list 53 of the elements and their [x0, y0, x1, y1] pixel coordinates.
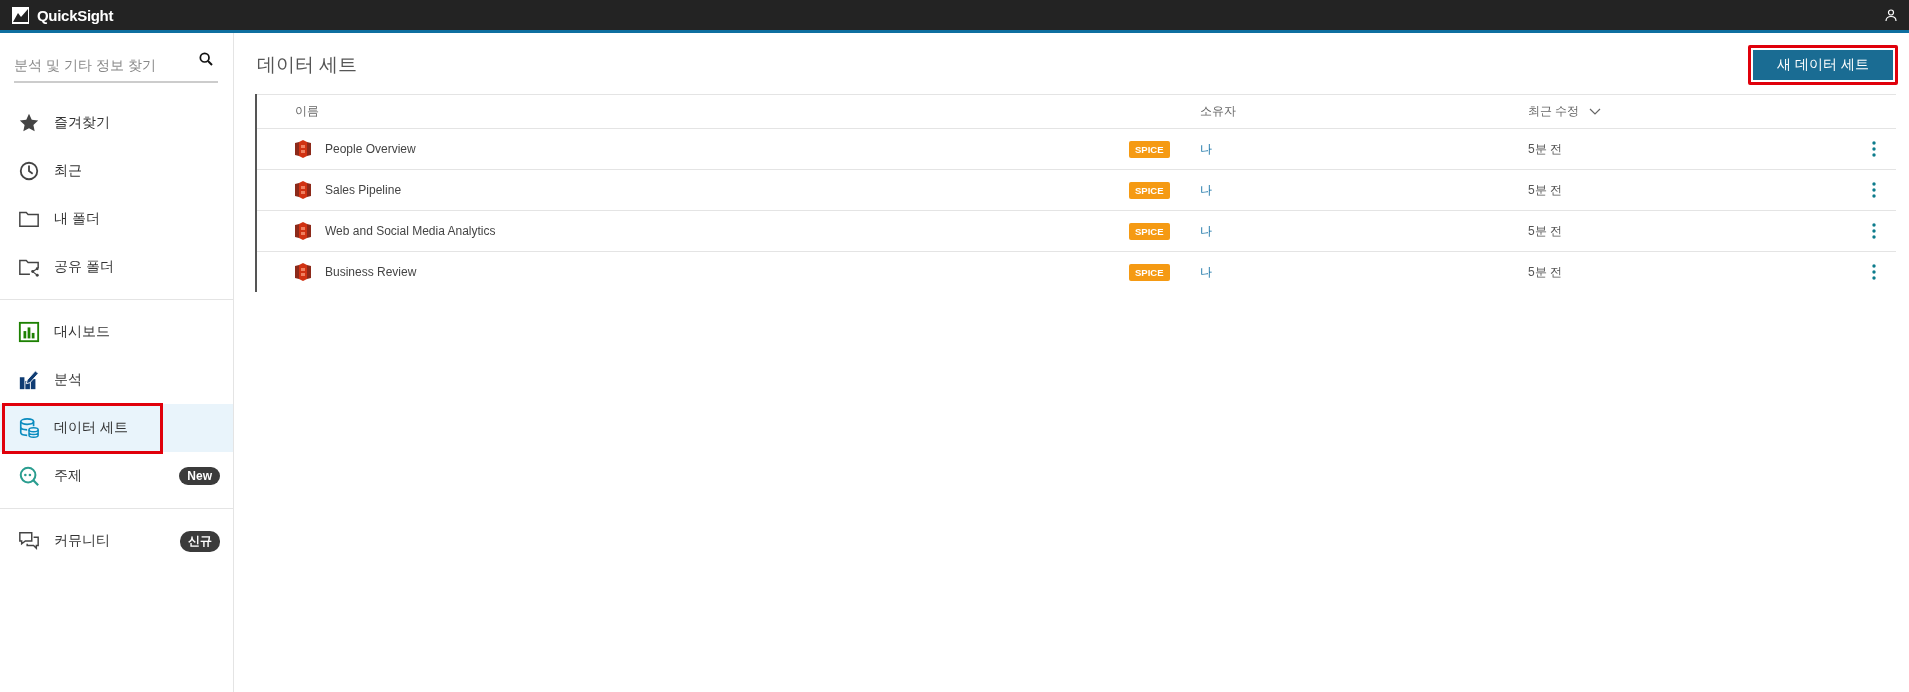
sidebar-item[interactable]: 분석 [0, 356, 233, 404]
spice-badge: SPICE [1129, 181, 1170, 199]
sidebar-item[interactable]: 즐겨찾기 [0, 99, 233, 147]
page-title: 데이터 세트 [257, 53, 358, 77]
owner-cell-text: 나 [1200, 222, 1213, 240]
dataset-name[interactable]: Sales Pipeline [325, 183, 402, 197]
dataset-icon [295, 140, 311, 158]
dataset-icon [295, 222, 311, 240]
dataset-name[interactable]: People Overview [325, 142, 416, 156]
app-title: QuickSight [37, 6, 114, 24]
user-icon[interactable] [1885, 9, 1897, 21]
chevron-down-icon[interactable] [1589, 107, 1602, 116]
column-header[interactable]: 이름 [295, 103, 1200, 120]
star-icon [18, 112, 40, 134]
column-header[interactable]: 최근 수정 [1528, 103, 1852, 120]
bar-chart-icon [18, 321, 40, 343]
sidebar-item[interactable]: 대시보드 [0, 308, 233, 356]
modified-cell-text: 5분 전 [1528, 263, 1563, 281]
spice-badge: SPICE [1129, 222, 1170, 240]
modified-cell-text: 5분 전 [1528, 222, 1563, 240]
chat-search-icon [18, 465, 40, 487]
more-options-icon[interactable] [1872, 264, 1876, 280]
speech-bubbles-icon [18, 530, 40, 552]
clock-icon [18, 160, 40, 182]
new-badge: 신규 [180, 530, 220, 552]
sidebar-item[interactable]: 주제 New [0, 452, 233, 500]
sidebar-item[interactable]: 공유 폴더 [0, 243, 233, 291]
spice-badge: SPICE [1129, 140, 1170, 158]
chart-pencil-icon [18, 369, 40, 391]
owner-cell-text: 나 [1200, 181, 1213, 199]
dataset-icon [295, 263, 311, 281]
spice-badge: SPICE [1129, 263, 1170, 281]
dataset-name[interactable]: Web and Social Media Analytics [325, 224, 496, 238]
owner-cell-text: 나 [1200, 140, 1213, 158]
new-badge: New [179, 467, 220, 485]
search-icon[interactable] [198, 51, 214, 67]
more-options-icon[interactable] [1872, 182, 1876, 198]
modified-cell-text: 5분 전 [1528, 140, 1563, 158]
new-dataset-button[interactable]: 새 데이터 세트 [1748, 45, 1898, 85]
sidebar-item[interactable]: 커뮤니티 신규 [0, 517, 233, 565]
sidebar-item[interactable]: 내 폴더 [0, 195, 233, 243]
dataset-name[interactable]: Business Review [325, 265, 417, 279]
logo-icon [12, 6, 29, 24]
sidebar-item[interactable]: 데이터 세트 [0, 404, 233, 452]
dataset-icon [295, 181, 311, 199]
database-icon [18, 417, 40, 439]
column-header[interactable]: 소유자 [1200, 103, 1528, 120]
modified-cell-text: 5분 전 [1528, 181, 1563, 199]
more-options-icon[interactable] [1872, 141, 1876, 157]
more-options-icon[interactable] [1872, 223, 1876, 239]
search-field[interactable]: 분석 및 기타 정보 찾기 [14, 57, 218, 83]
owner-cell-text: 나 [1200, 263, 1213, 281]
sidebar-item[interactable]: 최근 [0, 147, 233, 195]
